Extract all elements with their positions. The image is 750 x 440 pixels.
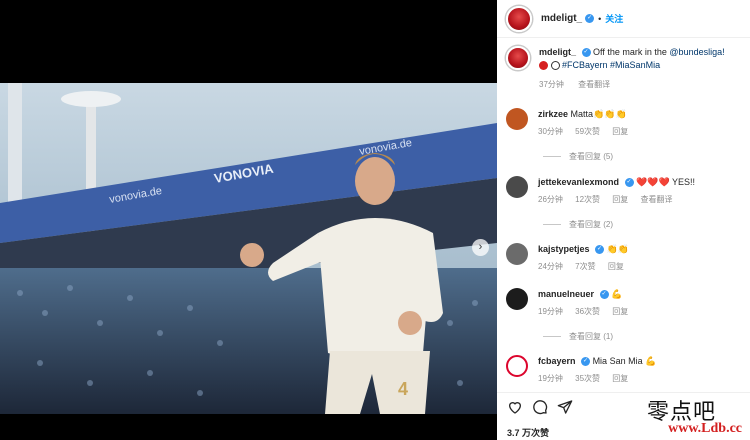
see-translation-link[interactable]: 查看翻译 bbox=[578, 80, 610, 89]
jersey-number: 4 bbox=[398, 379, 408, 399]
verified-badge-icon: ✓ bbox=[599, 290, 609, 300]
reply-button[interactable]: 回复 bbox=[612, 195, 628, 204]
comment-username[interactable]: jettekevanlexmond bbox=[538, 177, 619, 187]
avatar[interactable] bbox=[506, 46, 530, 70]
comment-item: jettekevanlexmond ✓ ❤️❤️❤️ YES!! 26分钟 12… bbox=[506, 176, 746, 206]
comment-text: ❤️❤️❤️ YES!! bbox=[636, 177, 696, 187]
post-caption: mdeligt_ ✓ Off the mark in the @bundesli… bbox=[506, 46, 746, 91]
avatar[interactable] bbox=[506, 108, 528, 130]
view-replies-button[interactable]: 查看回复 (5) bbox=[543, 151, 613, 162]
reply-button[interactable]: 回复 bbox=[612, 127, 628, 136]
comment-time: 19分钟 bbox=[538, 374, 563, 383]
fcbayern-logo-avatar[interactable] bbox=[506, 355, 528, 377]
post-username[interactable]: mdeligt_ bbox=[541, 13, 582, 24]
separator-dot: • bbox=[598, 13, 602, 24]
watermark: 零点吧 www.Ldb.cc bbox=[618, 392, 744, 438]
divider bbox=[543, 336, 561, 337]
see-translation-link[interactable]: 查看翻译 bbox=[641, 195, 673, 204]
verified-badge-icon: ✓ bbox=[624, 178, 634, 188]
reply-button[interactable]: 回复 bbox=[612, 307, 628, 316]
verified-badge-icon: ✓ bbox=[581, 357, 591, 367]
comment-username[interactable]: kajstypetjes bbox=[538, 244, 590, 254]
comment-text: Mia San Mia 💪 bbox=[592, 356, 657, 366]
share-icon[interactable] bbox=[557, 399, 573, 415]
view-replies-button[interactable]: 查看回复 (1) bbox=[543, 331, 613, 342]
instagram-post-viewer: vonovia.de VONOVIA vonovia.de 4 › mdelig… bbox=[0, 0, 750, 440]
watermark-url: www.Ldb.cc bbox=[668, 421, 742, 436]
caption-username[interactable]: mdeligt_ bbox=[539, 47, 576, 57]
reply-button[interactable]: 回复 bbox=[612, 374, 628, 383]
comment-item: manuelneuer ✓ 💪 19分钟 36次赞 回复 bbox=[506, 288, 746, 318]
comment-item: fcbayern ✓ Mia San Mia 💪 19分钟 35次赞 回复 bbox=[506, 355, 746, 385]
comment-likes[interactable]: 12次赞 bbox=[575, 195, 600, 204]
view-replies-label: 查看回复 (1) bbox=[569, 332, 613, 341]
comment-username[interactable]: manuelneuer bbox=[538, 289, 594, 299]
next-slide-button[interactable]: › bbox=[472, 239, 489, 256]
follow-button[interactable]: 关注 bbox=[605, 12, 623, 25]
mention-link[interactable]: @bundesliga! bbox=[669, 47, 724, 57]
verified-badge-icon: ✓ bbox=[581, 48, 591, 58]
view-replies-label: 查看回复 (2) bbox=[569, 220, 613, 229]
comment-text: 👏👏 bbox=[606, 244, 629, 254]
comment-time: 19分钟 bbox=[538, 307, 563, 316]
divider bbox=[543, 156, 561, 157]
comment-likes[interactable]: 36次赞 bbox=[575, 307, 600, 316]
verified-badge-icon: ✓ bbox=[595, 245, 605, 255]
comment-likes[interactable]: 7次赞 bbox=[575, 262, 595, 271]
comment-text: 💪 bbox=[611, 289, 623, 299]
comment-time: 26分钟 bbox=[538, 195, 563, 204]
avatar[interactable] bbox=[506, 176, 528, 198]
caption-time: 37分钟 bbox=[539, 80, 564, 89]
avatar[interactable] bbox=[506, 243, 528, 265]
likes-count[interactable]: 3.7 万次赞 bbox=[507, 426, 549, 439]
media-pane: vonovia.de VONOVIA vonovia.de 4 › bbox=[0, 0, 497, 440]
hashtag-links[interactable]: #FCBayern #MiaSanMia bbox=[562, 60, 660, 70]
comment-time: 24分钟 bbox=[538, 262, 563, 271]
chevron-right-icon: › bbox=[478, 241, 483, 253]
white-circle-icon bbox=[550, 61, 560, 71]
comment-username[interactable]: zirkzee bbox=[538, 109, 568, 119]
comment-item: zirkzee Matta👏👏👏 30分钟 59次赞 回复 bbox=[506, 108, 746, 138]
comment-likes[interactable]: 35次赞 bbox=[575, 374, 600, 383]
comment-item: kajstypetjes ✓ 👏👏 24分钟 7次赞 回复 bbox=[506, 243, 746, 273]
post-header: mdeligt_ ✓ • 关注 bbox=[497, 0, 750, 38]
view-replies-button[interactable]: 查看回复 (2) bbox=[543, 219, 613, 230]
avatar[interactable] bbox=[506, 288, 528, 310]
post-details-pane: mdeligt_ ✓ • 关注 mdeligt_ ✓ Off the mark … bbox=[497, 0, 750, 440]
reply-button[interactable]: 回复 bbox=[608, 262, 624, 271]
post-photo: vonovia.de VONOVIA vonovia.de 4 bbox=[0, 83, 497, 414]
view-replies-label: 查看回复 (5) bbox=[569, 152, 613, 161]
comment-username[interactable]: fcbayern bbox=[538, 356, 576, 366]
heart-icon[interactable] bbox=[507, 399, 523, 415]
comment-likes[interactable]: 59次赞 bbox=[575, 127, 600, 136]
verified-badge-icon: ✓ bbox=[585, 14, 595, 23]
red-circle-icon bbox=[539, 61, 548, 71]
divider bbox=[543, 224, 561, 225]
avatar[interactable] bbox=[506, 5, 532, 32]
caption-text: Off the mark in the bbox=[593, 47, 670, 57]
comment-time: 30分钟 bbox=[538, 127, 563, 136]
comment-icon[interactable] bbox=[532, 399, 548, 415]
comment-text: Matta👏👏👏 bbox=[570, 109, 627, 119]
football-celebration-image: vonovia.de VONOVIA vonovia.de 4 bbox=[0, 83, 497, 414]
